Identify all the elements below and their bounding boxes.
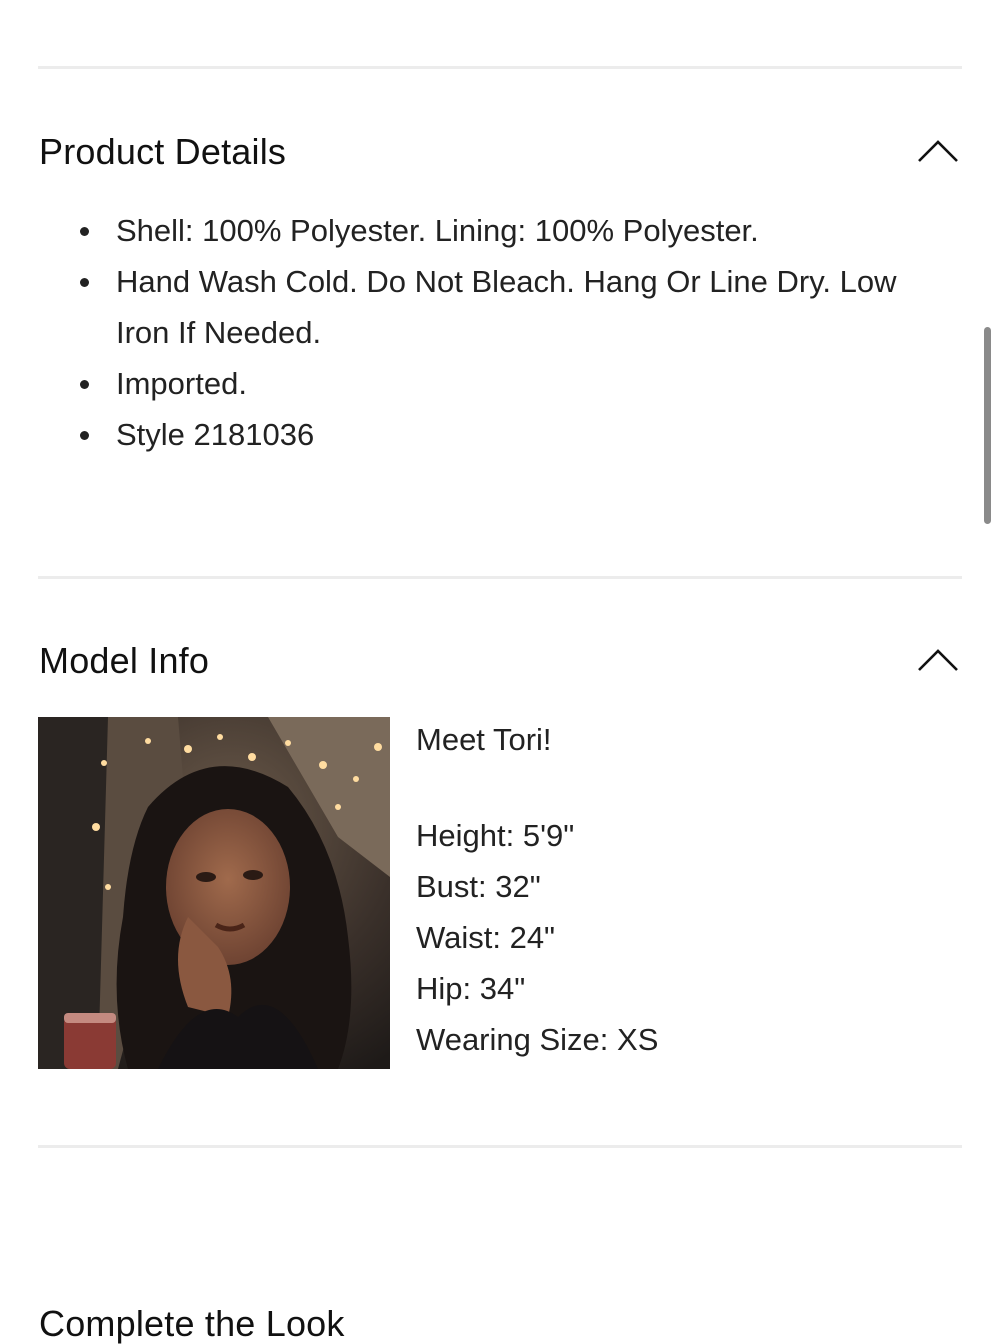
model-stat-waist: Waist: 24": [416, 920, 556, 955]
model-stat-bust: Bust: 32": [416, 869, 541, 904]
model-photo: [38, 717, 390, 1069]
list-item: Shell: 100% Polyester. Lining: 100% Poly…: [0, 205, 936, 256]
model-intro: Meet Tori!: [416, 722, 552, 757]
model-stat-size: Wearing Size: XS: [416, 1022, 659, 1057]
model-stats: Height: 5'9" Bust: 32" Waist: 24" Hip: 3…: [416, 810, 658, 1065]
model-info-heading: Model Info: [39, 640, 210, 681]
complete-the-look-heading: Complete the Look: [39, 1303, 345, 1344]
model-stat-hip: Hip: 34": [416, 971, 526, 1006]
model-stat-height: Height: 5'9": [416, 818, 575, 853]
chevron-up-icon[interactable]: [916, 138, 960, 164]
scrollbar[interactable]: [984, 327, 991, 524]
product-details-heading: Product Details: [39, 131, 287, 172]
top-divider: [38, 66, 962, 69]
chevron-up-icon[interactable]: [916, 647, 960, 673]
section-divider: [38, 576, 962, 579]
section-divider: [38, 1145, 962, 1148]
product-details-list: Shell: 100% Polyester. Lining: 100% Poly…: [0, 205, 960, 460]
list-item: Hand Wash Cold. Do Not Bleach. Hang Or L…: [0, 256, 936, 358]
list-item: Style 2181036: [0, 409, 936, 460]
list-item: Imported.: [0, 358, 936, 409]
